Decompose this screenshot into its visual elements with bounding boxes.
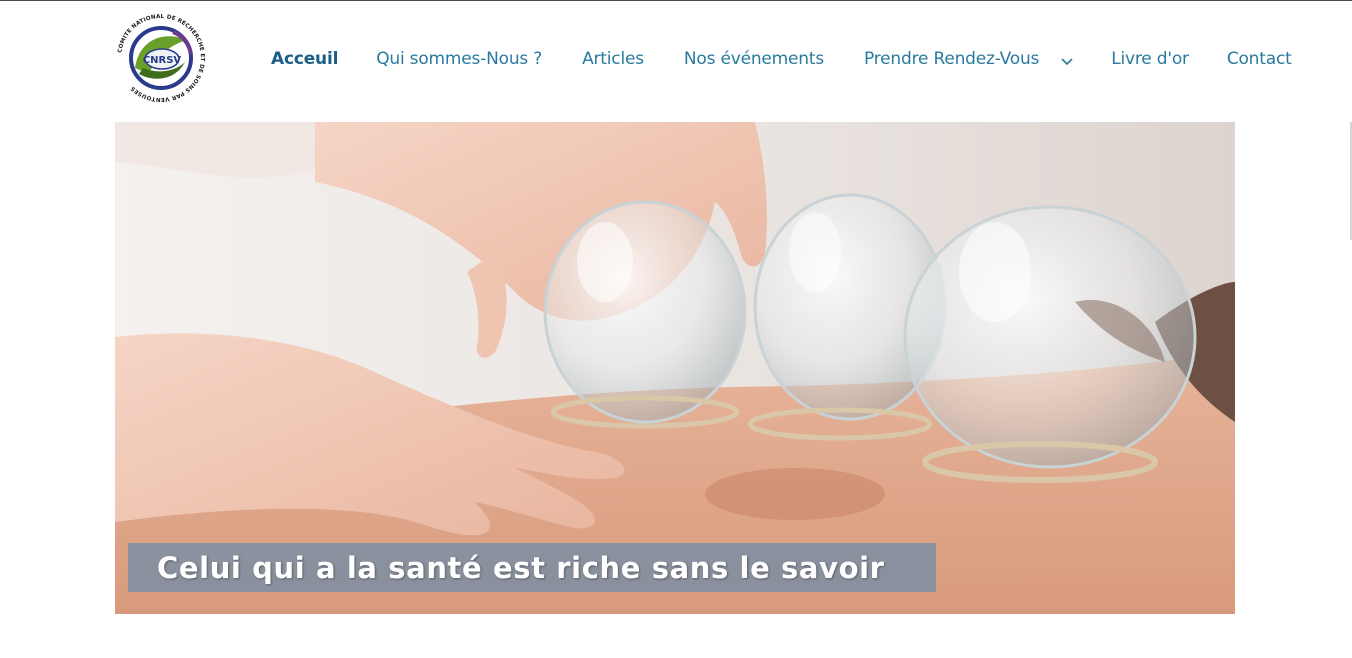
nav-item-qui-sommes-nous[interactable]: Qui sommes-Nous ? [360,49,558,69]
nav-item-contact[interactable]: Contact [1211,49,1308,69]
nav-item-label: Livre d'or [1111,49,1189,69]
nav-item-label: Nos événements [683,49,824,69]
nav-item-label: Contact [1226,49,1292,69]
hero-caption: Celui qui a la santé est riche sans le s… [128,543,936,592]
nav-item-articles[interactable]: Articles [566,49,660,69]
nav-item-label: Acceuil [271,49,339,69]
nav-item-acceuil[interactable]: Acceuil [255,49,354,69]
nav-item-nos-evenements[interactable]: Nos événements [668,49,840,69]
hero-caption-text: Celui qui a la santé est riche sans le s… [157,550,885,585]
glass-cup [543,200,747,429]
cnrsv-logo[interactable]: CNRSV COMITE NATIONAL DE RECHERCHE ET DE… [113,10,209,106]
hero-cupping-image [115,122,1235,614]
nav-item-livre-dor[interactable]: Livre d'or [1095,49,1205,69]
nav-item-label: Prendre Rendez-Vous [864,49,1040,69]
nav-item-prendre-rendez-vous[interactable]: Prendre Rendez-Vous [848,49,1089,69]
main-nav: Acceuil Qui sommes-Nous ? Articles Nos é… [255,42,1308,76]
nav-item-label: Articles [582,49,644,69]
site-header: CNRSV COMITE NATIONAL DE RECHERCHE ET DE… [0,0,1352,122]
svg-text:CNRSV: CNRSV [143,55,182,66]
nav-item-label: Qui sommes-Nous ? [376,49,543,69]
chevron-down-icon[interactable] [1061,58,1073,66]
hero-banner: Celui qui a la santé est riche sans le s… [115,122,1235,614]
